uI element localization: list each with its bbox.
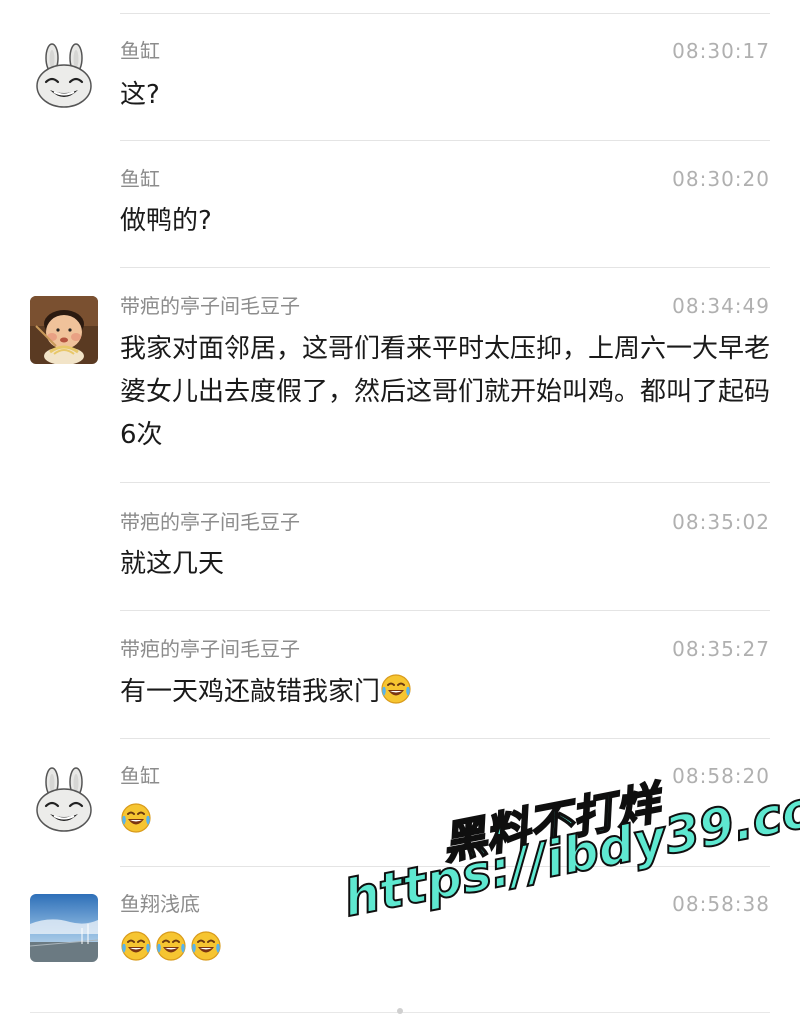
sender-name: 带疤的亭子间毛豆子 bbox=[120, 510, 300, 534]
rabbit-icon bbox=[30, 42, 98, 110]
message-text: 这? bbox=[120, 80, 160, 110]
message-text-with-emoji: 有一天鸡还敲错我家门 bbox=[120, 671, 770, 714]
message-divider bbox=[120, 482, 770, 483]
sky-landscape-avatar[interactable] bbox=[30, 894, 98, 962]
message-divider bbox=[120, 610, 770, 611]
rabbit-avatar[interactable] bbox=[30, 766, 98, 834]
message-time: 08:58:20 bbox=[672, 764, 770, 788]
rabbit-icon bbox=[30, 766, 98, 834]
sky-landscape-icon bbox=[30, 894, 98, 962]
message-time: 08:35:27 bbox=[672, 637, 770, 661]
rabbit-avatar[interactable] bbox=[30, 42, 98, 110]
sender-name: 鱼翔浅底 bbox=[120, 892, 200, 916]
chubby-kid-noodles-avatar[interactable] bbox=[30, 296, 98, 364]
message-time: 08:35:02 bbox=[672, 510, 770, 534]
message-divider bbox=[120, 140, 770, 141]
sender-name: 鱼缸 bbox=[120, 764, 160, 788]
message-time: 08:34:49 bbox=[672, 294, 770, 318]
sender-name: 带疤的亭子间毛豆子 bbox=[120, 637, 300, 661]
scroll-indicator-dot bbox=[397, 1008, 403, 1014]
sender-name: 鱼缸 bbox=[120, 39, 160, 63]
message-text: 就这几天 bbox=[120, 549, 225, 579]
message-text: 我家对面邻居，这哥们看来平时太压抑，上周六一大早老婆女儿出去度假了，然后这哥们就… bbox=[120, 334, 771, 450]
laughing-crying-emoji-icon bbox=[190, 930, 222, 962]
laughing-crying-emoji-icon bbox=[120, 802, 152, 834]
laughing-crying-emoji-icon bbox=[120, 930, 152, 962]
message-time: 08:30:17 bbox=[672, 39, 770, 63]
message-text: 有一天鸡还敲错我家门 bbox=[120, 677, 381, 707]
message-divider bbox=[120, 738, 770, 739]
laughing-crying-emoji-icon bbox=[380, 673, 412, 705]
message-divider bbox=[120, 267, 770, 268]
message-emoji-only bbox=[120, 928, 770, 971]
message-text: 做鸭的? bbox=[120, 206, 212, 236]
sender-name: 鱼缸 bbox=[120, 167, 160, 191]
message-time: 08:30:20 bbox=[672, 167, 770, 191]
laughing-crying-emoji-icon bbox=[155, 930, 187, 962]
message-time: 08:58:38 bbox=[672, 892, 770, 916]
top-divider bbox=[120, 13, 770, 14]
sender-name: 带疤的亭子间毛豆子 bbox=[120, 294, 300, 318]
kid-eating-noodles-icon bbox=[30, 296, 98, 364]
